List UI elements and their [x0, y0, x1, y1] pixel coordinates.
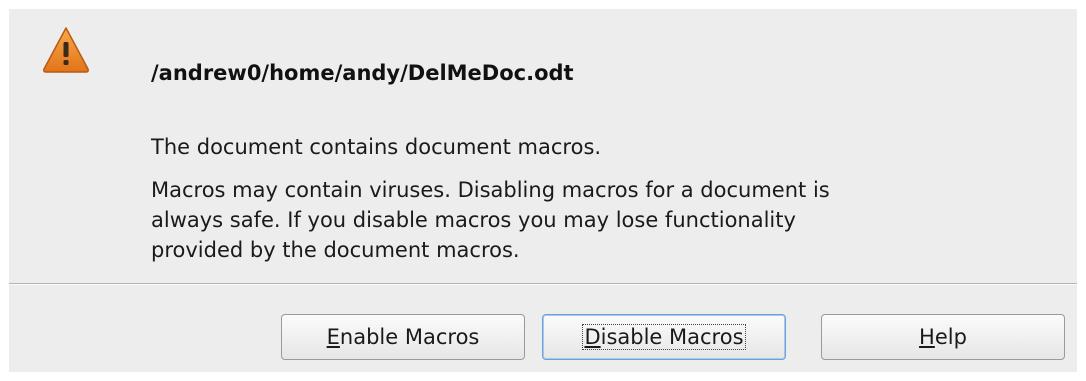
macro-warning-line: Macros may contain viruses. Disabling ma…: [151, 178, 830, 202]
warning-triangle-icon: [43, 27, 89, 73]
button-mnemonic: D: [584, 325, 601, 349]
button-mnemonic: E: [326, 325, 340, 349]
document-path-title: /andrew0/home/andy/DelMeDoc.odt: [151, 61, 574, 85]
macro-warning-line: provided by the document macros.: [151, 238, 520, 262]
macro-warning-line: always safe. If you disable macros you m…: [151, 208, 796, 232]
button-label: elp: [934, 325, 967, 349]
button-label: nable Macros: [339, 325, 480, 349]
macro-warning-primary: The document contains document macros.: [151, 135, 602, 159]
macro-warning-details: Macros may contain viruses. Disabling ma…: [151, 175, 830, 265]
button-separator: [9, 283, 1077, 285]
macro-security-dialog: /andrew0/home/andy/DelMeDoc.odt The docu…: [9, 9, 1077, 372]
help-button[interactable]: Help: [821, 314, 1065, 360]
enable-macros-button[interactable]: Enable Macros: [281, 314, 525, 360]
button-mnemonic: H: [919, 325, 935, 349]
button-label: isable Macros: [600, 325, 744, 349]
disable-macros-button[interactable]: Disable Macros: [542, 314, 786, 360]
